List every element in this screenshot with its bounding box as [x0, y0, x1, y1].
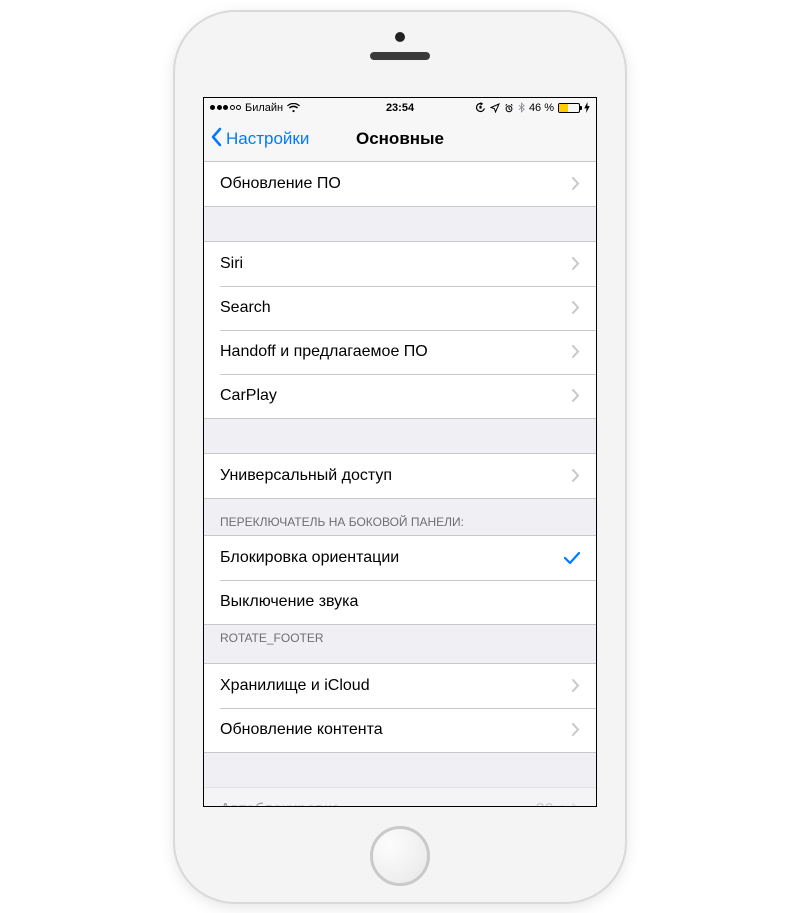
chevron-right-icon — [572, 389, 580, 402]
device-screen: Билайн 23:54 46 % — [203, 97, 597, 807]
group-storage: Хранилище и iCloud Обновление контента — [204, 663, 596, 753]
settings-list[interactable]: Обновление ПО Siri Search Handoff и пред… — [204, 162, 596, 806]
wifi-icon — [287, 103, 300, 113]
charging-icon — [584, 102, 590, 113]
chevron-right-icon — [572, 679, 580, 692]
status-bar: Билайн 23:54 46 % — [204, 98, 596, 118]
status-bar-right: 46 % — [414, 102, 590, 114]
checkmark-icon — [564, 551, 580, 565]
group-siri-search: Siri Search Handoff и предлагаемое ПО Ca… — [204, 241, 596, 419]
chevron-right-icon — [572, 723, 580, 736]
row-label: Handoff и предлагаемое ПО — [220, 343, 572, 361]
status-bar-time: 23:54 — [386, 102, 414, 114]
row-label: Обновление ПО — [220, 175, 572, 193]
location-icon — [490, 103, 500, 113]
chevron-right-icon — [572, 257, 580, 270]
row-background-refresh[interactable]: Обновление контента — [204, 708, 596, 752]
row-value: 30 с — [536, 801, 566, 806]
row-label: Обновление контента — [220, 721, 572, 739]
status-bar-left: Билайн — [210, 102, 386, 114]
back-button[interactable]: Настройки — [204, 127, 309, 152]
row-siri[interactable]: Siri — [204, 242, 596, 286]
row-search[interactable]: Search — [204, 286, 596, 330]
row-autolock[interactable]: Автоблокировка 30 с — [204, 788, 596, 806]
rotation-lock-icon — [475, 102, 486, 113]
row-label: Хранилище и iCloud — [220, 677, 572, 695]
row-lock-rotation[interactable]: Блокировка ориентации — [204, 536, 596, 580]
cellular-signal-icon — [210, 105, 241, 110]
row-software-update[interactable]: Обновление ПО — [204, 162, 596, 206]
row-handoff[interactable]: Handoff и предлагаемое ПО — [204, 330, 596, 374]
back-button-label: Настройки — [226, 129, 309, 149]
battery-icon — [558, 103, 580, 113]
chevron-left-icon — [210, 127, 222, 152]
battery-percent-label: 46 % — [529, 102, 554, 114]
iphone-device-frame: Билайн 23:54 46 % — [175, 12, 625, 902]
group-accessibility: Универсальный доступ — [204, 453, 596, 499]
home-button[interactable] — [370, 826, 430, 886]
group-side-switch: Блокировка ориентации Выключение звука — [204, 535, 596, 625]
row-label: Блокировка ориентации — [220, 549, 564, 567]
navigation-bar: Настройки Основные — [204, 118, 596, 162]
row-carplay[interactable]: CarPlay — [204, 374, 596, 418]
row-label: Выключение звука — [220, 593, 580, 611]
row-label: Siri — [220, 255, 572, 273]
earpiece-speaker — [370, 52, 430, 60]
row-accessibility[interactable]: Универсальный доступ — [204, 454, 596, 498]
bluetooth-icon — [518, 102, 525, 113]
row-label: Автоблокировка — [220, 801, 536, 806]
front-camera — [395, 32, 405, 42]
group-autolock: Автоблокировка 30 с — [204, 787, 596, 806]
side-switch-header: ПЕРЕКЛЮЧАТЕЛЬ НА БОКОВОЙ ПАНЕЛИ: — [204, 499, 596, 535]
chevron-right-icon — [572, 345, 580, 358]
rotate-footer: ROTATE_FOOTER — [204, 625, 596, 655]
group-software-update: Обновление ПО — [204, 162, 596, 207]
chevron-right-icon — [572, 301, 580, 314]
row-label: Универсальный доступ — [220, 467, 572, 485]
row-mute[interactable]: Выключение звука — [204, 580, 596, 624]
chevron-right-icon — [572, 803, 580, 806]
row-label: Search — [220, 299, 572, 317]
carrier-label: Билайн — [245, 102, 283, 114]
row-label: CarPlay — [220, 387, 572, 405]
alarm-icon — [504, 103, 514, 113]
row-storage-icloud[interactable]: Хранилище и iCloud — [204, 664, 596, 708]
chevron-right-icon — [572, 469, 580, 482]
chevron-right-icon — [572, 177, 580, 190]
